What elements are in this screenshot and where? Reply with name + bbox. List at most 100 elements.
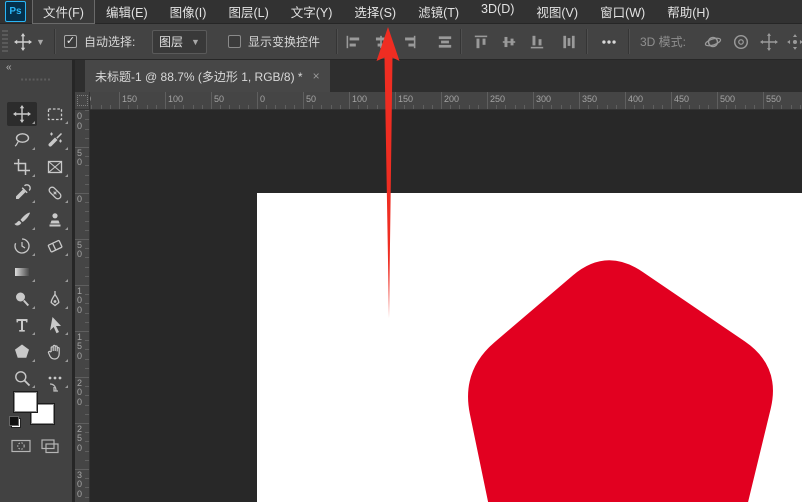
- eraser-tool[interactable]: [40, 234, 70, 258]
- foreground-color-swatch[interactable]: [13, 391, 38, 413]
- ruler-origin-corner[interactable]: [75, 92, 90, 110]
- dodge-tool[interactable]: [7, 287, 37, 311]
- menu-item-3[interactable]: 图层(L): [218, 0, 278, 23]
- align-bottom-icon[interactable]: [528, 33, 546, 51]
- ruler-label: 5 0: [77, 240, 83, 260]
- ruler-tick: [514, 105, 516, 109]
- auto-select-target-value: 图层: [159, 35, 184, 49]
- canvas-workspace[interactable]: Bai du 经验 jingyan.baidu.com: [90, 110, 802, 502]
- ruler-tick: [597, 105, 599, 109]
- ruler-tick: [229, 105, 231, 109]
- menu-item-4[interactable]: 文字(Y): [281, 0, 343, 23]
- chevron-down-icon: ▼: [36, 36, 45, 47]
- menu-item-2[interactable]: 图像(I): [160, 0, 217, 23]
- healing-brush-tool[interactable]: [40, 181, 70, 205]
- ruler-tick: [85, 321, 89, 323]
- menu-item-0[interactable]: 文件(F): [32, 0, 95, 24]
- screen-mode-button[interactable]: [40, 438, 60, 454]
- ruler-tick: [717, 92, 718, 109]
- shape-tool[interactable]: [7, 340, 37, 364]
- options-grip-handle[interactable]: [2, 30, 8, 53]
- orbit-3d-icon[interactable]: [704, 33, 722, 51]
- menu-item-5[interactable]: 选择(S): [344, 0, 406, 23]
- ruler-label: 1 5 0: [77, 332, 83, 361]
- document-tab[interactable]: 未标题-1 @ 88.7% (多边形 1, RGB/8) * ×: [85, 60, 330, 92]
- brush-tool[interactable]: [7, 208, 37, 232]
- align-middle-icon[interactable]: [500, 33, 518, 51]
- distribute-vertical-centers-icon[interactable]: [560, 33, 578, 51]
- crop-tool[interactable]: [7, 155, 37, 179]
- frame-tool[interactable]: [40, 155, 70, 179]
- move-tool[interactable]: [7, 102, 37, 126]
- ruler-tick: [661, 105, 663, 109]
- menu-item-6[interactable]: 滤镜(T): [408, 0, 469, 23]
- horizontal-ruler[interactable]: 2001501005005010015020025030035040045050…: [90, 92, 802, 110]
- ruler-tick: [201, 105, 203, 109]
- show-transform-checkbox[interactable]: ✓: [228, 35, 241, 48]
- more-options-icon[interactable]: [600, 33, 618, 51]
- menu-item-10[interactable]: 帮助(H): [657, 0, 719, 23]
- ruler-tick: [85, 441, 89, 443]
- ruler-tick: [85, 413, 89, 415]
- ruler-tick: [680, 105, 682, 109]
- hand-tool[interactable]: [40, 340, 70, 364]
- ruler-label: 550: [766, 94, 782, 104]
- swap-colors-icon[interactable]: [44, 380, 60, 396]
- align-right-icon[interactable]: [400, 33, 418, 51]
- vertical-ruler[interactable]: 1 0 0 5 0 0 5 0 1 0 0 1 5 0 2 0 0 2 5 0 3 0 0: [75, 110, 90, 502]
- ruler-tick: [367, 105, 369, 109]
- zoom-tool[interactable]: [7, 366, 37, 390]
- ruler-tick: [85, 165, 89, 167]
- ruler-tick: [85, 257, 89, 259]
- show-transform-label: 显示变换控件: [248, 35, 321, 49]
- align-center-horizontal-icon[interactable]: [372, 33, 390, 51]
- collapse-panel-button[interactable]: «: [6, 62, 12, 73]
- default-colors-icon[interactable]: [9, 416, 19, 426]
- ruler-tick: [707, 105, 709, 109]
- ruler-tick: [155, 105, 157, 109]
- menu-item-9[interactable]: 窗口(W): [590, 0, 655, 23]
- gradient-tool[interactable]: [7, 260, 37, 284]
- type-tool[interactable]: [7, 313, 37, 337]
- menu-bar: Ps 文件(F) 编辑(E) 图像(I) 图层(L) 文字(Y) 选择(S) 滤镜(T) 3D…: [0, 0, 802, 24]
- ruler-tick: [137, 105, 139, 109]
- blur-tool[interactable]: [40, 260, 70, 284]
- ruler-tick: [569, 105, 571, 109]
- pan-3d-icon[interactable]: [760, 33, 778, 51]
- menu-item-7[interactable]: 3D(D): [471, 0, 524, 23]
- photoshop-logo-icon: Ps: [5, 1, 26, 22]
- path-selection-tool[interactable]: [40, 313, 70, 337]
- pen-tool[interactable]: [40, 287, 70, 311]
- menu-item-8[interactable]: 视图(V): [526, 0, 588, 23]
- distribute-horizontal-centers-icon[interactable]: [436, 33, 454, 51]
- ruler-tick: [85, 248, 89, 250]
- history-brush-tool[interactable]: [7, 234, 37, 258]
- slide-3d-icon[interactable]: [786, 33, 802, 51]
- ruler-tick: [183, 105, 185, 109]
- auto-select-target-dropdown[interactable]: 图层 ▼: [152, 29, 207, 54]
- align-left-icon[interactable]: [344, 33, 362, 51]
- close-tab-icon[interactable]: ×: [313, 69, 320, 83]
- ruler-label: 2 5 0: [77, 424, 83, 453]
- menu-item-1[interactable]: 编辑(E): [96, 0, 158, 23]
- ruler-tick: [404, 105, 406, 109]
- align-top-icon[interactable]: [472, 33, 490, 51]
- lasso-tool[interactable]: [7, 128, 37, 152]
- eyedropper-tool[interactable]: [7, 181, 37, 205]
- ruler-tick: [588, 105, 590, 109]
- ruler-tick: [85, 303, 89, 305]
- ruler-tick: [487, 92, 488, 109]
- ruler-tick: [275, 105, 277, 109]
- quick-selection-tool[interactable]: [40, 128, 70, 152]
- tool-preset[interactable]: ▼: [14, 24, 45, 59]
- quick-mask-button[interactable]: [11, 438, 31, 454]
- rectangular-marquee-tool[interactable]: [40, 102, 70, 126]
- auto-select-checkbox[interactable]: ✓: [64, 35, 77, 48]
- clone-stamp-tool[interactable]: [40, 208, 70, 232]
- panel-grip-handle[interactable]: ▪▪▪▪▪▪▪▪: [0, 75, 72, 84]
- ruler-tick: [85, 367, 89, 369]
- ruler-tick: [85, 386, 89, 388]
- pentagon-shape: [468, 260, 773, 502]
- roll-3d-icon[interactable]: [732, 33, 750, 51]
- ruler-tick: [496, 105, 498, 109]
